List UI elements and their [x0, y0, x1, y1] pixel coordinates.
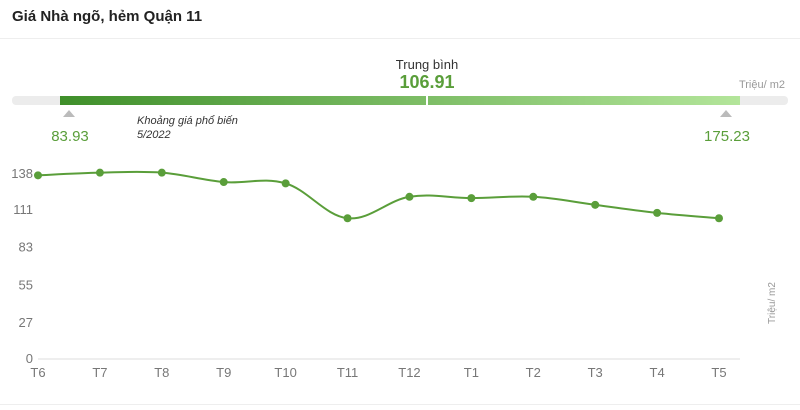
y-tick-label: 83	[19, 240, 33, 255]
x-tick-label: T7	[92, 365, 107, 380]
data-point-t2[interactable]	[529, 192, 538, 201]
footer-divider	[0, 404, 800, 405]
x-tick-label: T12	[398, 365, 420, 380]
data-point-t9[interactable]	[219, 178, 228, 187]
price-chart: Trung bình 106.91 Triệu/ m2 83.93 175.23…	[11, 57, 788, 380]
y-tick-label: 138	[11, 166, 33, 181]
y-tick-label: 111	[13, 202, 33, 217]
x-tick-labels: T6 T7 T8 T9 T10 T11 T12 T1 T2 T3 T4 T5	[30, 365, 726, 380]
x-tick-label: T11	[337, 365, 358, 380]
data-point-t3[interactable]	[591, 200, 600, 209]
series-line	[37, 170, 720, 220]
average-value: 106.91	[399, 72, 454, 92]
max-value: 175.23	[704, 128, 750, 145]
data-points	[34, 168, 723, 223]
data-point-t8[interactable]	[157, 168, 166, 177]
x-tick-label: T6	[30, 365, 45, 380]
min-pointer-icon	[63, 110, 75, 117]
y-tick-label: 0	[26, 351, 33, 366]
line-chart: 0275583111138 T6 T7 T8 T9 T10 T11 T12 T1 T2 T3 T4 T…	[11, 166, 778, 380]
data-point-t6[interactable]	[34, 171, 42, 180]
price-range-bar: Trung bình 106.91 Triệu/ m2 83.93 175.23…	[12, 57, 788, 145]
x-tick-label: T8	[154, 365, 169, 380]
y-tick-label: 27	[19, 315, 33, 330]
range-note-period: 5/2022	[137, 129, 171, 141]
range-fill	[60, 96, 740, 105]
x-tick-label: T5	[711, 365, 726, 380]
x-tick-label: T10	[274, 365, 296, 380]
x-tick-label: T1	[464, 365, 479, 380]
x-tick-label: T4	[650, 365, 665, 380]
y-tick-labels: 0 27 55 83 111 138	[11, 166, 33, 366]
min-value: 83.93	[51, 128, 89, 145]
data-point-t10[interactable]	[281, 179, 290, 188]
y-axis-unit: Triệu/ m2	[767, 282, 778, 324]
x-tick-label: T9	[216, 365, 231, 380]
y-tick-label: 55	[19, 277, 33, 292]
data-point-t5[interactable]	[715, 214, 723, 223]
range-unit: Triệu/ m2	[739, 79, 785, 91]
average-label: Trung bình	[396, 57, 458, 72]
data-point-t4[interactable]	[653, 208, 662, 217]
data-point-t1[interactable]	[467, 194, 476, 203]
data-point-t11[interactable]	[343, 214, 352, 223]
data-point-t7[interactable]	[95, 168, 104, 177]
data-point-t12[interactable]	[405, 192, 414, 201]
x-tick-label: T3	[588, 365, 603, 380]
max-pointer-icon	[720, 110, 732, 117]
x-tick-label: T2	[526, 365, 541, 380]
range-note-title: Khoảng giá phổ biến	[137, 115, 238, 127]
